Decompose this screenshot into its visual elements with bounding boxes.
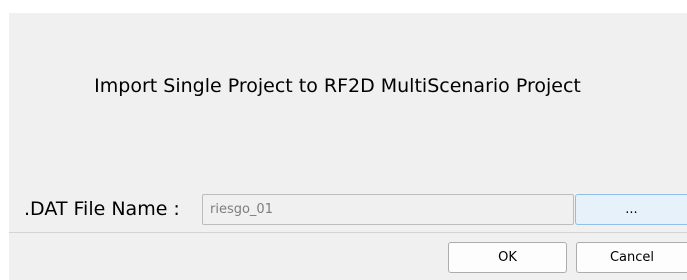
browse-button[interactable]: ... <box>575 194 687 225</box>
dialog-title: Import Single Project to RF2D MultiScena… <box>94 75 581 97</box>
import-project-dialog: Import Single Project to RF2D MultiScena… <box>9 13 687 280</box>
separator <box>9 232 687 233</box>
dat-file-name-input[interactable] <box>202 194 574 225</box>
ok-button[interactable]: OK <box>448 242 567 273</box>
cancel-button[interactable]: Cancel <box>576 242 687 273</box>
dat-file-name-label: .DAT File Name : <box>24 198 180 220</box>
